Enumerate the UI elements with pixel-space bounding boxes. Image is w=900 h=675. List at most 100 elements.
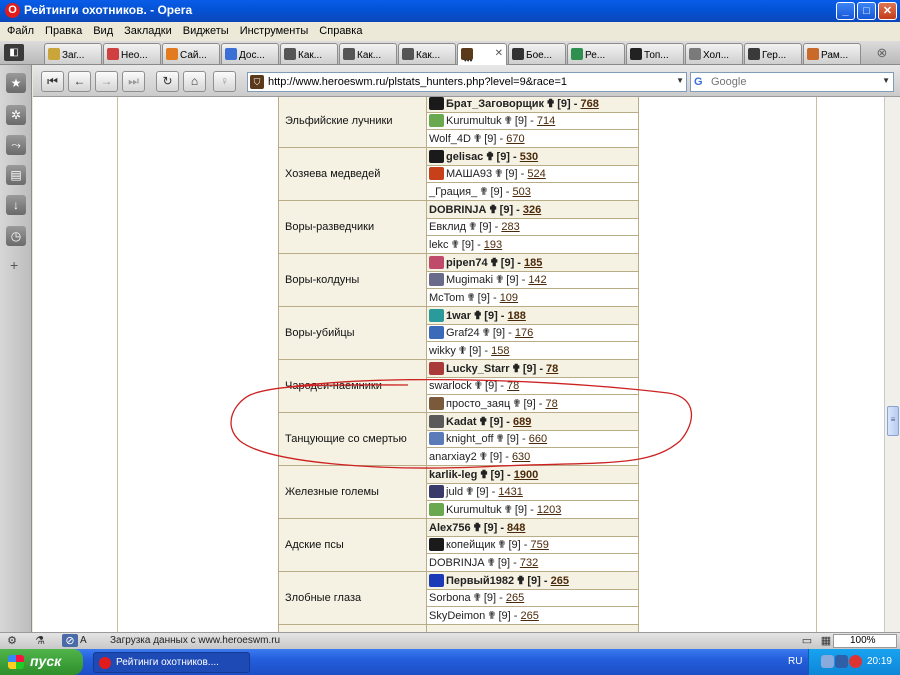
player-name[interactable]: Alex756 xyxy=(429,522,471,534)
player-name[interactable]: Первый1982 xyxy=(446,575,514,587)
player-score-link[interactable]: 689 xyxy=(513,416,531,428)
address-bar[interactable]: ⛉ ▼ xyxy=(247,72,687,92)
player-score-link[interactable]: 283 xyxy=(501,221,519,233)
player-info-icon[interactable]: ✟ xyxy=(546,97,555,110)
player-score-link[interactable]: 530 xyxy=(520,151,538,163)
player-name[interactable]: karlik-leg xyxy=(429,469,477,481)
player-info-icon[interactable]: ✟ xyxy=(496,432,505,445)
player-score-link[interactable]: 265 xyxy=(551,575,569,587)
player-info-icon[interactable]: ✟ xyxy=(451,238,460,251)
taskbar-opera-window[interactable]: Рейтинги охотников.... xyxy=(93,652,250,673)
clan-emblem-icon[interactable] xyxy=(429,326,444,340)
url-input[interactable] xyxy=(268,74,673,90)
player-score-link[interactable]: 848 xyxy=(507,522,525,534)
tab[interactable]: Сай... xyxy=(162,43,220,64)
player-score-link[interactable]: 109 xyxy=(500,292,518,304)
player-info-icon[interactable]: ✟ xyxy=(487,556,496,569)
player-score-link[interactable]: 265 xyxy=(520,610,538,622)
tab[interactable]: Как... xyxy=(398,43,456,64)
player-score-link[interactable]: 185 xyxy=(524,257,542,269)
player-name[interactable]: knight_off xyxy=(446,433,494,445)
reload-button[interactable]: ↻ xyxy=(156,71,179,92)
history-panel-icon[interactable]: ◷ xyxy=(6,226,26,246)
player-score-link[interactable]: 142 xyxy=(528,274,546,286)
player-name[interactable]: juld xyxy=(446,486,463,498)
player-score-link[interactable]: 1431 xyxy=(498,486,522,498)
player-name[interactable]: МАША93 xyxy=(446,168,492,180)
zoom-control[interactable]: 100% xyxy=(833,634,897,648)
player-name[interactable]: просто_заяц xyxy=(446,398,510,410)
player-info-icon[interactable]: ✟ xyxy=(458,344,467,357)
home-button[interactable]: ⌂ xyxy=(183,71,206,92)
player-score-link[interactable]: 265 xyxy=(506,592,524,604)
bookmarks-panel-icon[interactable]: ★ xyxy=(6,73,26,93)
clan-emblem-icon[interactable] xyxy=(429,308,444,322)
player-info-icon[interactable]: ✟ xyxy=(473,521,482,534)
monitor-tray-icon[interactable] xyxy=(835,655,848,668)
maximize-button[interactable]: □ xyxy=(857,2,876,20)
notes-panel-icon[interactable]: ▤ xyxy=(6,165,26,185)
player-info-icon[interactable]: ✟ xyxy=(494,167,503,180)
player-info-icon[interactable]: ✟ xyxy=(504,503,513,516)
player-info-icon[interactable]: ✟ xyxy=(479,415,488,428)
links-panel-icon[interactable]: ⤳ xyxy=(6,135,26,155)
network-tray-icon[interactable] xyxy=(821,655,834,668)
player-name[interactable]: Wolf_4D xyxy=(429,133,471,145)
player-score-link[interactable]: 78 xyxy=(507,380,519,392)
view-icon[interactable]: ▦ xyxy=(818,634,834,647)
player-info-icon[interactable]: ✟ xyxy=(490,256,499,269)
menu-item[interactable]: Справка xyxy=(316,22,370,41)
player-name[interactable]: Kurumultuk xyxy=(446,115,502,127)
mode-indicator[interactable]: A xyxy=(80,635,87,646)
player-name[interactable]: lekc xyxy=(429,239,449,251)
player-score-link[interactable]: 768 xyxy=(580,98,598,110)
tools-status-icon[interactable]: ⚙ xyxy=(4,634,20,647)
player-score-link[interactable]: 714 xyxy=(537,115,555,127)
scrollbar-thumb[interactable]: ≡ xyxy=(887,406,899,436)
player-name[interactable]: Евклид xyxy=(429,221,466,233)
player-score-link[interactable]: 732 xyxy=(520,557,538,569)
player-info-icon[interactable]: ✟ xyxy=(473,132,482,145)
tab[interactable]: Гер... xyxy=(744,43,802,64)
player-score-link[interactable]: 78 xyxy=(546,363,558,375)
player-name[interactable]: копейщик xyxy=(446,539,495,551)
player-name[interactable]: gelisac xyxy=(446,151,483,163)
search-dropdown-icon[interactable]: ▼ xyxy=(882,76,890,85)
menu-item[interactable]: Закладки xyxy=(121,22,180,41)
tab-drag-handle-icon[interactable]: ••• xyxy=(464,56,472,65)
player-score-link[interactable]: 670 xyxy=(506,133,524,145)
google-icon[interactable]: G xyxy=(694,76,707,89)
tab[interactable]: Заг... xyxy=(44,43,102,64)
player-info-icon[interactable]: ✟ xyxy=(512,362,521,375)
player-info-icon[interactable]: ✟ xyxy=(479,450,488,463)
player-info-icon[interactable]: ✟ xyxy=(473,591,482,604)
player-score-link[interactable]: 1203 xyxy=(537,504,561,516)
menu-item[interactable]: Вид xyxy=(90,22,121,41)
minimize-button[interactable]: _ xyxy=(836,2,855,20)
player-score-link[interactable]: 630 xyxy=(512,451,530,463)
clan-emblem-icon[interactable] xyxy=(429,255,444,269)
player-name[interactable]: SkyDeimon xyxy=(429,610,485,622)
player-name[interactable]: wikky xyxy=(429,345,456,357)
player-score-link[interactable]: 176 xyxy=(515,327,533,339)
player-score-link[interactable]: 326 xyxy=(523,204,541,216)
player-score-link[interactable]: 188 xyxy=(508,310,526,322)
player-name[interactable]: Sorbona xyxy=(429,592,471,604)
player-info-icon[interactable]: ✟ xyxy=(479,468,488,481)
player-score-link[interactable]: 759 xyxy=(531,539,549,551)
player-score-link[interactable]: 503 xyxy=(512,186,530,198)
player-name[interactable]: McTom xyxy=(429,292,464,304)
start-button[interactable]: пуск xyxy=(0,649,83,675)
clan-emblem-icon[interactable] xyxy=(429,273,444,287)
tab[interactable]: Как... xyxy=(280,43,338,64)
menu-item[interactable]: Виджеты xyxy=(180,22,237,41)
clan-emblem-icon[interactable] xyxy=(429,538,444,552)
tab[interactable]: Как... xyxy=(339,43,397,64)
close-tab-icon[interactable]: ✕ xyxy=(495,48,503,59)
tab[interactable]: Бое... xyxy=(508,43,566,64)
menu-item[interactable]: Правка xyxy=(42,22,90,41)
player-info-icon[interactable]: ✟ xyxy=(466,291,475,304)
clan-emblem-icon[interactable] xyxy=(429,503,444,517)
player-info-icon[interactable]: ✟ xyxy=(473,309,482,322)
player-info-icon[interactable]: ✟ xyxy=(487,609,496,622)
